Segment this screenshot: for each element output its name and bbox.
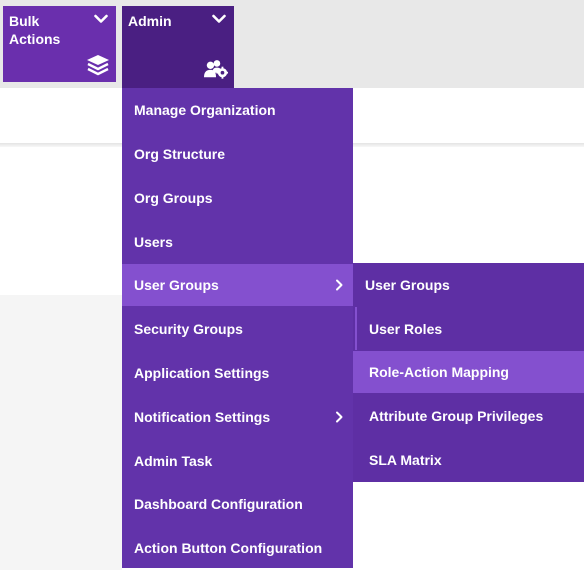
menu-item-label: Security Groups	[134, 321, 243, 337]
user-groups-submenu: User Groups User Roles Role-Action Mappi…	[353, 263, 584, 482]
submenu-item-label: Role-Action Mapping	[369, 364, 509, 380]
menu-item-label: Org Structure	[134, 146, 226, 162]
submenu-header-user-groups[interactable]: User Groups	[353, 264, 584, 306]
menu-item-label: Manage Organization	[134, 102, 276, 118]
submenu-item-role-action-mapping[interactable]: Role-Action Mapping	[353, 351, 584, 393]
menu-item-label: Users	[134, 234, 173, 250]
app-viewport: Bulk Actions Admin Manage Organization O…	[0, 0, 584, 570]
menu-item-label: Application Settings	[134, 365, 270, 381]
admin-dropdown-menu: Manage Organization Org Structure Org Gr…	[122, 88, 353, 568]
chevron-down-icon	[212, 14, 226, 23]
menu-item-label: Admin Task	[134, 453, 213, 469]
chevron-right-icon	[336, 411, 343, 423]
submenu-divider	[355, 307, 357, 350]
submenu-item-label: SLA Matrix	[369, 452, 442, 468]
menu-item-application-settings[interactable]: Application Settings	[122, 352, 353, 394]
menu-item-user-groups[interactable]: User Groups	[122, 264, 353, 306]
menu-item-org-groups[interactable]: Org Groups	[122, 177, 353, 219]
menu-item-security-groups[interactable]: Security Groups	[122, 308, 353, 350]
menu-item-manage-organization[interactable]: Manage Organization	[122, 89, 353, 131]
menu-item-label: Action Button Configuration	[134, 540, 323, 556]
submenu-item-attribute-group-privileges[interactable]: Attribute Group Privileges	[353, 395, 584, 437]
submenu-item-sla-matrix[interactable]: SLA Matrix	[353, 439, 584, 481]
menu-item-label: Notification Settings	[134, 409, 271, 425]
bulk-actions-label: Bulk Actions	[9, 13, 61, 47]
menu-item-label: Dashboard Configuration	[134, 496, 303, 512]
menu-item-admin-task[interactable]: Admin Task	[122, 440, 353, 482]
menu-item-label: User Groups	[134, 277, 219, 293]
chevron-right-icon	[336, 279, 343, 291]
submenu-item-label: User Groups	[365, 277, 450, 293]
users-gear-icon	[204, 60, 228, 79]
menu-item-notification-settings[interactable]: Notification Settings	[122, 396, 353, 438]
top-toolbar: Bulk Actions Admin	[0, 0, 584, 88]
bulk-actions-button[interactable]: Bulk Actions	[3, 6, 116, 82]
admin-button[interactable]: Admin	[122, 6, 234, 88]
menu-item-label: Org Groups	[134, 190, 213, 206]
content-panel	[0, 295, 122, 570]
menu-item-action-button-configuration[interactable]: Action Button Configuration	[122, 527, 353, 569]
submenu-item-user-roles[interactable]: User Roles	[353, 308, 584, 350]
submenu-item-label: User Roles	[369, 321, 443, 337]
menu-item-org-structure[interactable]: Org Structure	[122, 133, 353, 175]
menu-item-dashboard-configuration[interactable]: Dashboard Configuration	[122, 483, 353, 525]
menu-item-users[interactable]: Users	[122, 221, 353, 263]
admin-label: Admin	[128, 13, 172, 29]
chevron-down-icon	[94, 14, 108, 23]
layers-icon	[87, 55, 109, 76]
submenu-item-label: Attribute Group Privileges	[369, 408, 544, 424]
